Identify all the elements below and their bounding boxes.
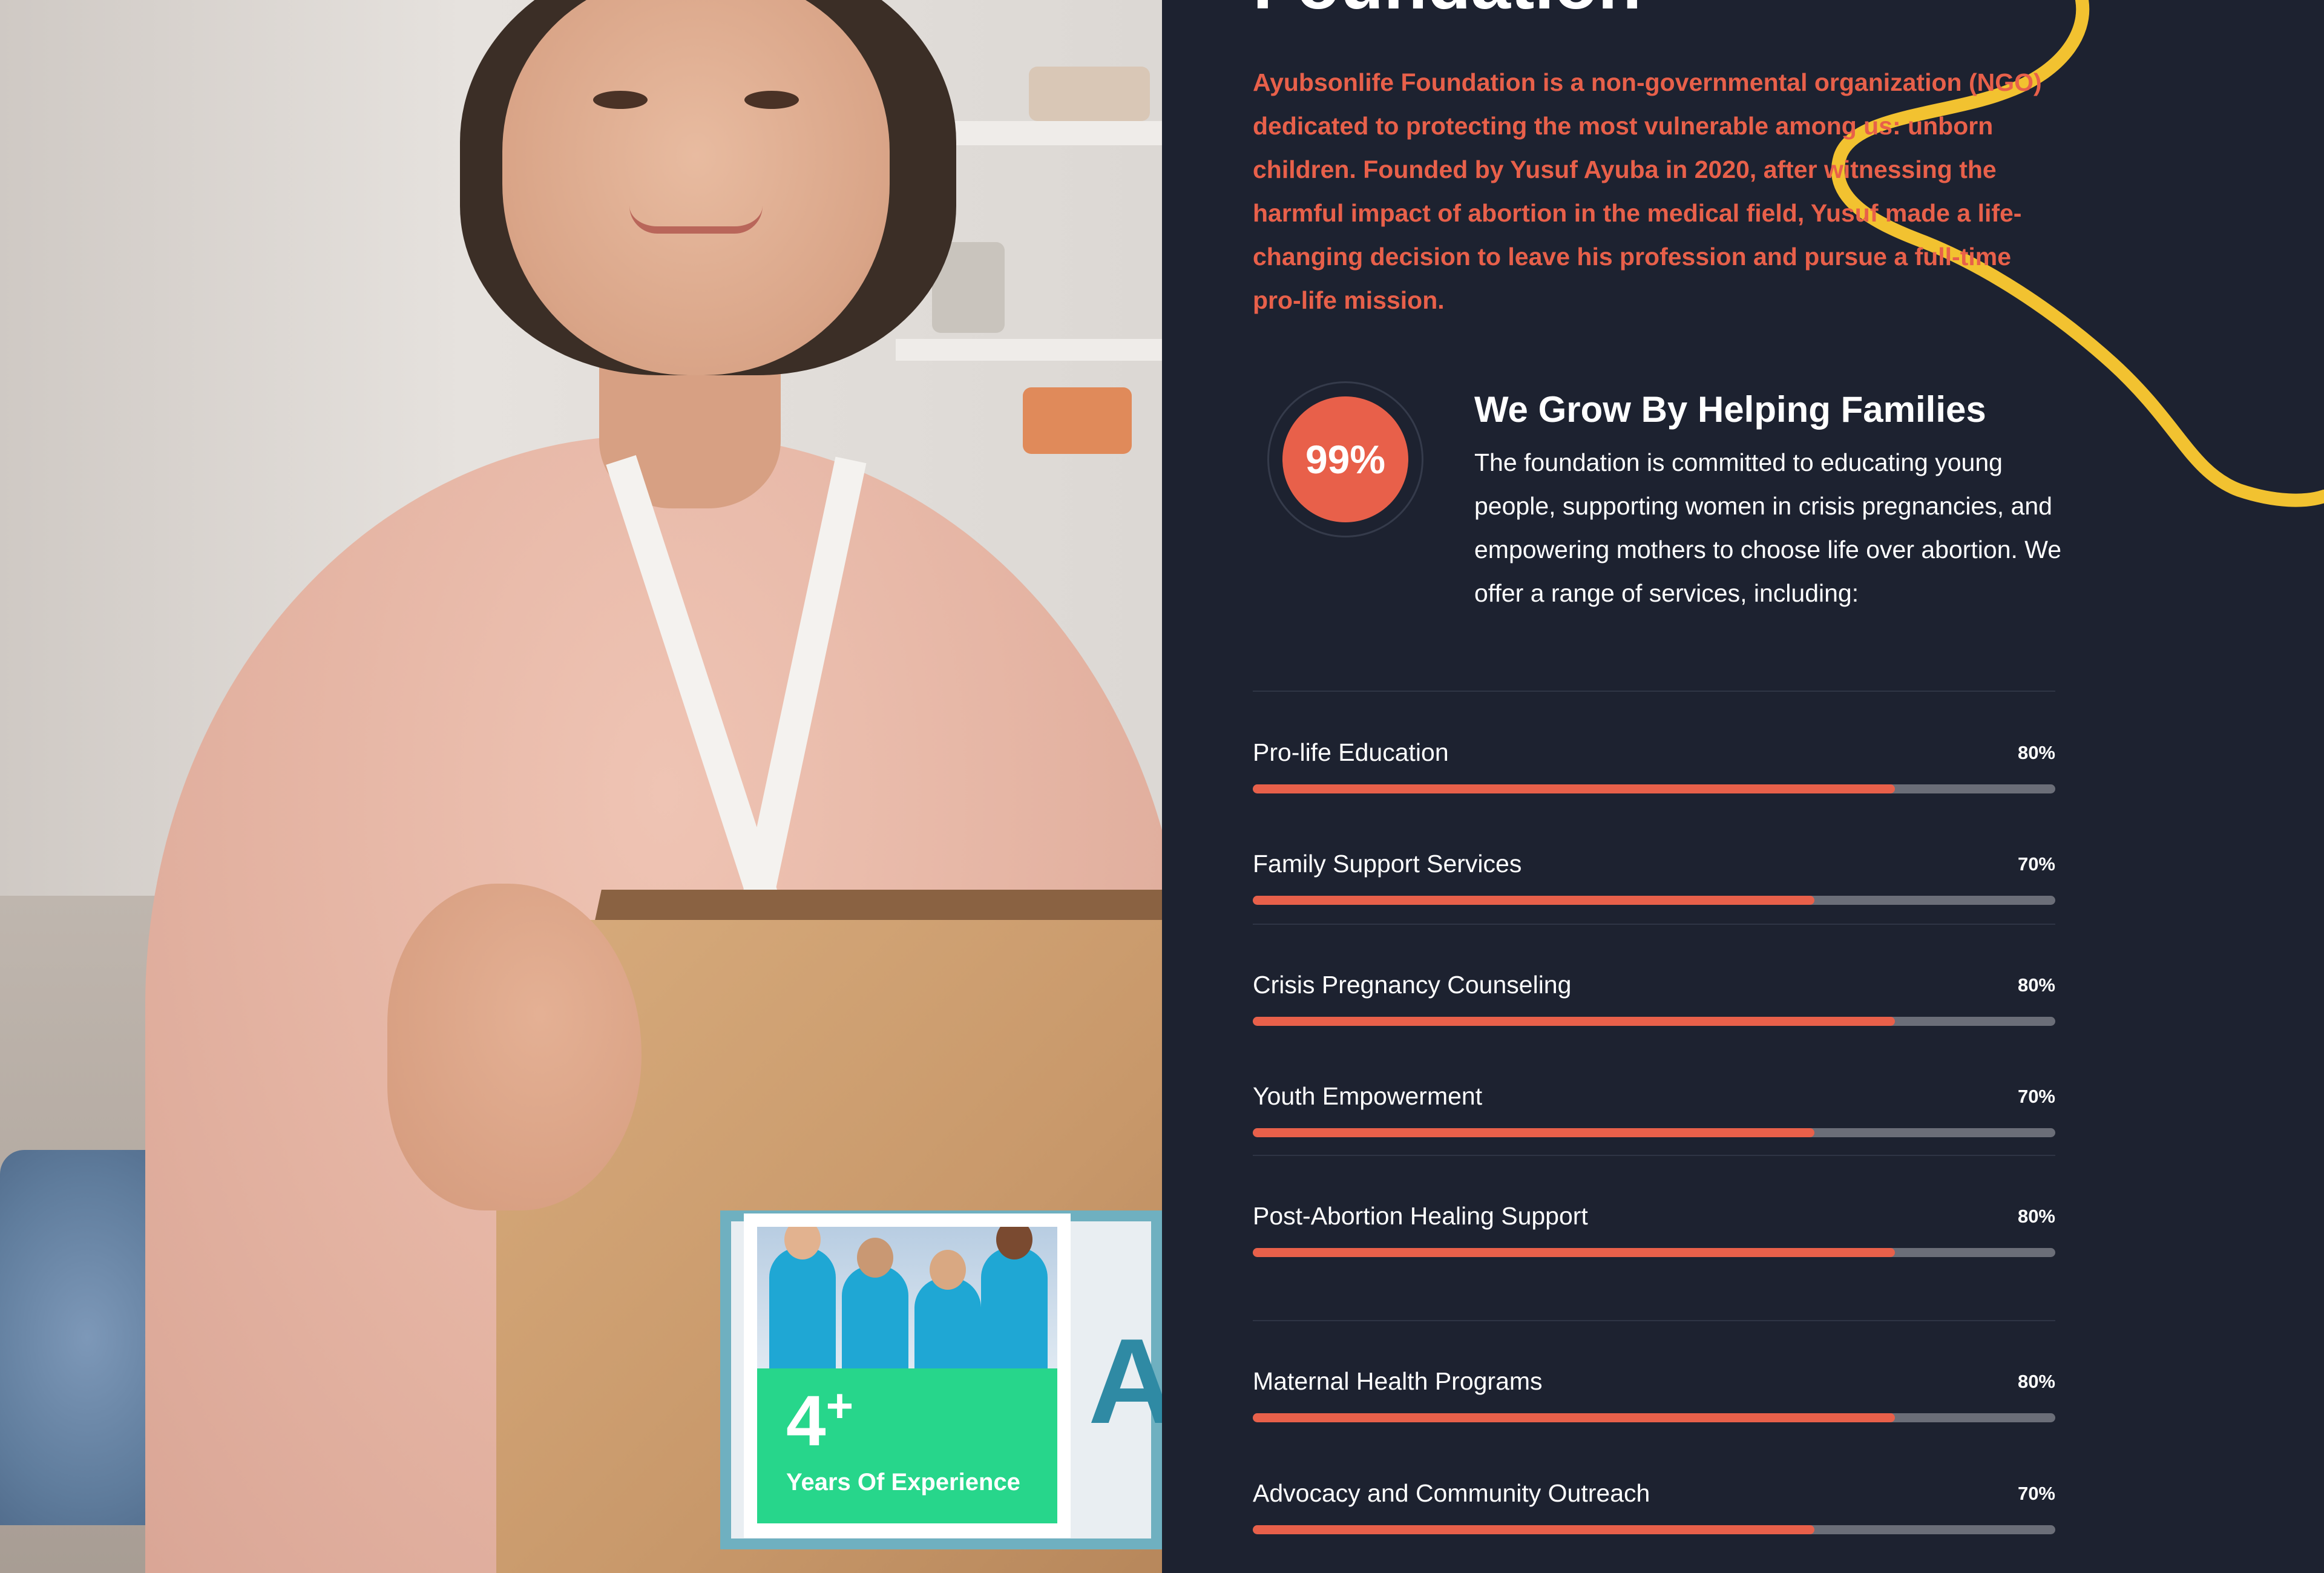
skill-percent: 70% [2017,853,2055,875]
experience-plus: + [826,1379,854,1432]
volunteer-figure [981,1227,1048,1368]
skill-bar: Crisis Pregnancy Counseling 80% [1253,971,2055,1026]
divider [1253,1155,2055,1156]
background-shelf [896,339,1162,361]
skill-fill [1253,896,1815,905]
skill-track [1253,1413,2055,1422]
box-label-text: AT [1088,1314,1162,1449]
skill-track [1253,1248,2055,1257]
skill-bar: Pro-life Education 80% [1253,738,2055,793]
shelf-item [1029,67,1150,121]
skill-label: Crisis Pregnancy Counseling [1253,971,1572,999]
skill-track [1253,896,2055,905]
section-heading: Foundation [1253,0,1641,25]
experience-number: 4+ [786,1379,854,1461]
skill-fill [1253,1413,1895,1422]
skill-label: Pro-life Education [1253,738,1449,766]
volunteer-figure [769,1227,836,1368]
skill-label: Post-Abortion Healing Support [1253,1202,1588,1230]
eye [593,91,648,109]
smile [629,206,763,234]
skill-fill [1253,1525,1815,1534]
skill-percent: 80% [2017,742,2055,763]
volunteer-figure [914,1250,981,1368]
skill-bar: Advocacy and Community Outreach 70% [1253,1479,2055,1534]
skill-percent: 80% [2017,1206,2055,1227]
skill-fill [1253,1128,1815,1137]
volunteers-photo [757,1227,1057,1368]
volunteer-figure [842,1238,908,1368]
shelf-item [1023,387,1132,454]
skill-label: Youth Empowerment [1253,1082,1483,1110]
skill-fill [1253,1248,1895,1257]
skill-track [1253,1525,2055,1534]
divider [1253,924,2055,925]
skill-label: Family Support Services [1253,850,1522,878]
intro-paragraph: Ayubsonlife Foundation is a non-governme… [1253,68,2042,314]
divider [1253,1320,2055,1321]
experience-label: Years Of Experience [786,1469,1020,1496]
skill-bar: Post-Abortion Healing Support 80% [1253,1202,2055,1257]
divider [1253,691,2055,692]
skill-bar: Family Support Services 70% [1253,850,2055,905]
skill-label: Maternal Health Programs [1253,1367,1543,1395]
skill-track [1253,784,2055,793]
skill-bar: Maternal Health Programs 80% [1253,1367,2055,1422]
grow-description: The foundation is committed to educating… [1474,448,2062,607]
skill-fill [1253,784,1895,793]
skill-percent: 80% [2017,974,2055,996]
percent-badge-value: 99% [1282,396,1408,522]
grow-heading: We Grow By Helping Families [1474,389,1986,430]
skill-percent: 80% [2017,1371,2055,1392]
skill-percent: 70% [2017,1483,2055,1504]
skill-percent: 70% [2017,1086,2055,1107]
experience-stat: 4+ Years Of Experience [757,1368,1057,1523]
skill-bar: Youth Empowerment 70% [1253,1082,2055,1137]
experience-card: 4+ Years Of Experience [744,1213,1071,1538]
skill-track [1253,1128,2055,1137]
eye [744,91,799,109]
skill-track [1253,1017,2055,1026]
skill-fill [1253,1017,1895,1026]
percent-badge: 99% [1267,381,1423,537]
woman-face [502,0,890,375]
about-section: Foundation Ayubsonlife Foundation is a n… [1162,0,2324,1573]
skill-label: Advocacy and Community Outreach [1253,1479,1650,1507]
